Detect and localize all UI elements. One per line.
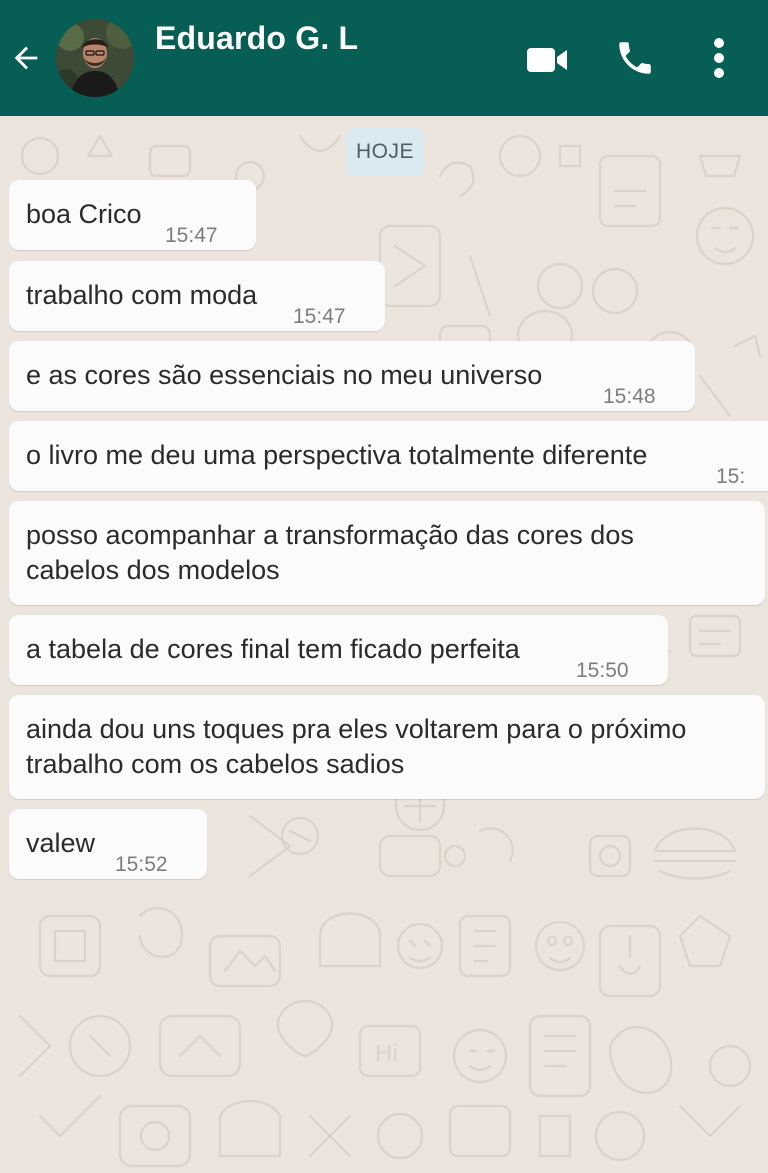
message-text: valew — [26, 828, 96, 858]
message-bubble[interactable]: ainda dou uns toques pra eles voltarem p… — [9, 695, 765, 799]
back-button[interactable] — [6, 36, 46, 80]
message-text: e as cores são essenciais no meu univers… — [26, 360, 543, 390]
message-text: trabalho com moda — [26, 280, 258, 310]
message-bubble[interactable]: valew 15:52 — [9, 809, 207, 879]
avatar-image — [56, 19, 134, 97]
message-text: boa Crico — [26, 199, 142, 229]
message-time: 15:47 — [293, 305, 346, 328]
voice-call-button[interactable] — [611, 36, 659, 80]
message-time: 15:48 — [603, 385, 656, 408]
svg-text:Hi: Hi — [375, 1040, 398, 1067]
message-time: 15: — [716, 465, 746, 488]
avatar[interactable] — [56, 19, 134, 97]
message-bubble[interactable]: boa Crico 15:47 — [9, 180, 256, 250]
phone-icon — [619, 42, 651, 74]
message-bubble[interactable]: a tabela de cores final tem ficado perfe… — [9, 615, 668, 685]
message-text: o livro me deu uma perspectiva totalment… — [26, 440, 648, 470]
message-bubble[interactable]: posso acompanhar a transformação das cor… — [9, 501, 765, 605]
arrow-left-icon — [14, 46, 38, 70]
more-vert-icon — [714, 38, 724, 78]
message-text: a tabela de cores final tem ficado perfe… — [26, 634, 520, 664]
menu-button[interactable] — [702, 34, 736, 82]
contact-name[interactable]: Eduardo G. L — [155, 20, 358, 57]
message-bubble[interactable]: e as cores são essenciais no meu univers… — [9, 341, 695, 411]
message-text-line: posso acompanhar a transformação das cor… — [26, 520, 634, 550]
message-text-line: ainda dou uns toques pra eles voltarem p… — [26, 714, 687, 744]
message-time: 15:50 — [576, 659, 629, 682]
videocam-icon — [527, 48, 567, 72]
message-bubble[interactable]: trabalho com moda 15:47 — [9, 261, 385, 331]
message-text-line: trabalho com os cabelos sadios — [26, 749, 405, 779]
message-text-line: cabelos dos modelos — [26, 555, 280, 585]
date-label: HOJE — [346, 128, 424, 176]
message-time: 15:47 — [165, 224, 218, 247]
message-bubble[interactable]: o livro me deu uma perspectiva totalment… — [9, 421, 768, 491]
chat-header: Eduardo G. L — [0, 0, 768, 116]
chat-area[interactable]: Hi HOJE boa Crico 15:47 trabalho com mod… — [0, 116, 768, 1173]
video-call-button[interactable] — [522, 40, 572, 80]
message-time: 15:52 — [115, 853, 168, 876]
